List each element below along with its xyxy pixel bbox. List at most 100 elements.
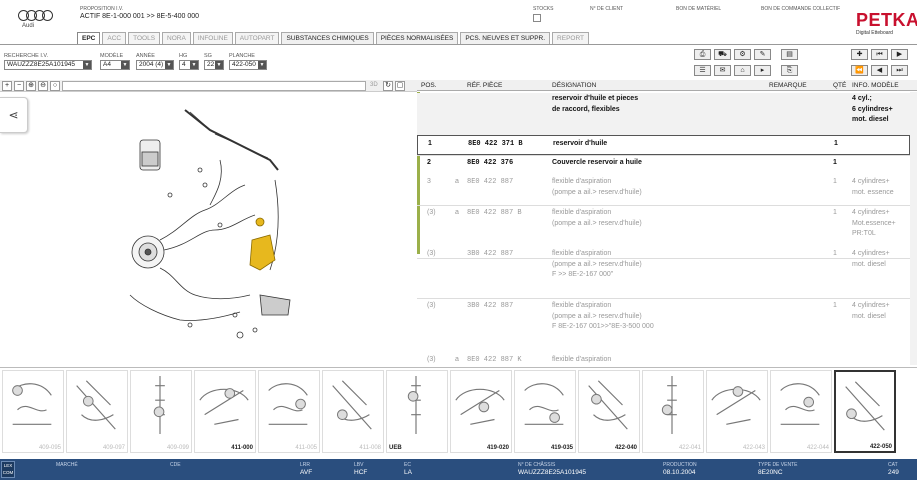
thumbnail[interactable]: 422-041 (642, 370, 704, 453)
thumbnail[interactable]: 411-005 (258, 370, 320, 453)
service-icon[interactable]: ✎ (754, 49, 771, 60)
table-scrollbar[interactable] (910, 92, 917, 365)
chevron-down-icon[interactable]: ▼ (121, 61, 129, 69)
thumbnail-drawing (153, 376, 165, 434)
zoom-slider[interactable] (62, 81, 366, 91)
thumbnail[interactable]: 419-035 (514, 370, 576, 453)
thumbnail[interactable]: 409-097 (66, 370, 128, 453)
hg-select[interactable]: 4 ▼ (179, 60, 199, 70)
group-title: reservoir d'huile et pieces de raccord, … (552, 95, 639, 113)
chevron-down-icon[interactable]: ▼ (190, 61, 198, 69)
parts-table: POS. RÉF. PIÈCE DÉSIGNATION REMARQUE QTÉ… (417, 80, 917, 365)
chevron-down-icon[interactable]: ▼ (215, 61, 223, 69)
zoom-in-icon[interactable]: + (2, 81, 12, 91)
tab-acc[interactable]: ACC (102, 32, 127, 44)
first-icon[interactable]: ⏮ (871, 49, 888, 60)
sg-select[interactable]: 22 ▼ (204, 60, 224, 70)
cell-ref: 8E0 422 371 B (468, 140, 523, 148)
thumbnail[interactable]: 419-020 (450, 370, 512, 453)
planche-select[interactable]: 422-050 ▼ (229, 60, 267, 70)
thumbnail[interactable]: 411-000 (194, 370, 256, 453)
copy-icon[interactable]: ⎘ (781, 65, 798, 76)
tuning-icon[interactable]: ▤ (781, 49, 798, 60)
basket-icon[interactable]: ⌂ (734, 65, 751, 76)
gearbox-icon[interactable]: ⚙ (734, 49, 751, 60)
tab-nora[interactable]: NORA (162, 32, 191, 44)
cell-sub: a (455, 178, 459, 185)
thumbnail[interactable]: 422-043 (706, 370, 768, 453)
fullscreen-icon[interactable]: ▢ (395, 81, 405, 91)
row-divider (417, 155, 910, 156)
cell-qty: 1 (833, 159, 837, 166)
tab-autopart[interactable]: AUTOPART (234, 32, 280, 44)
list-icon[interactable]: ☰ (694, 65, 711, 76)
tab-tools[interactable]: TOOLS (128, 32, 161, 44)
sg-label: SG (204, 53, 212, 59)
zoom-fit-icon[interactable]: ⊕ (26, 81, 36, 91)
row-divider (417, 205, 910, 206)
vin-input[interactable]: WAUZZZ8E25A101945 ▼ (4, 60, 92, 70)
cell-qty: 1 (833, 178, 837, 185)
table-row[interactable]: 1 8E0 422 371 B reservoir d'huile 1 (417, 135, 910, 155)
tab-pi-ces-normalis-es[interactable]: PIÈCES NORMALISÉES (375, 32, 459, 44)
cell-qty: 1 (834, 140, 838, 147)
parts-diagram[interactable] (120, 100, 300, 360)
cell-info: 4 cylindres+ mot. essence (852, 178, 894, 196)
cell-ref: 8E0 422 887 B (467, 209, 522, 217)
chevron-down-icon[interactable]: ▼ (258, 61, 266, 69)
model-select[interactable]: A4 ▼ (100, 60, 130, 70)
rotate-icon[interactable]: ↻ (383, 81, 393, 91)
thumbnail-drawing (76, 380, 116, 430)
zoom-out-icon[interactable]: − (14, 81, 24, 91)
car-icon[interactable]: ⛟ (714, 49, 731, 60)
next-icon[interactable]: ▶ (891, 49, 908, 60)
chevron-down-icon[interactable]: ▼ (165, 61, 173, 69)
thumbnail[interactable]: 411-008 (322, 370, 384, 453)
tab-pcs-neuves-et-suppr-[interactable]: PCS. NEUVES ET SUPPR. (460, 32, 551, 44)
table-row[interactable]: 3 a 8E0 422 887 flexible d'aspiration (pomp… (417, 174, 910, 205)
chevron-down-icon[interactable]: ▼ (83, 61, 91, 69)
thumbnail-caption: 422-041 (678, 445, 701, 451)
planche-label: PLANCHE (229, 53, 255, 59)
tab-infoline[interactable]: INFOLINE (192, 32, 233, 44)
app-logo-sub: Digital Etteboard (856, 30, 893, 36)
thumbnail[interactable]: 422-044 (770, 370, 832, 453)
thumbnail[interactable]: 422-040 (578, 370, 640, 453)
thumbnail[interactable]: 409-095 (2, 370, 64, 453)
thumbnail[interactable]: UEB (386, 370, 448, 453)
cell-desc: flexible d'aspiration (pompe a ail.> res… (552, 302, 654, 330)
zoom-area-icon[interactable]: ⊖ (38, 81, 48, 91)
share-button[interactable]: ⋖ (0, 97, 28, 133)
cell-pos: (3) (427, 209, 436, 216)
year-select[interactable]: 2004 (4) ▼ (136, 60, 174, 70)
stocks-label: STOCKS (533, 6, 554, 12)
cell-info: 4 cylindres+ mot. diesel (852, 250, 890, 268)
thumbnail[interactable]: 422-050 (834, 370, 896, 453)
tab-epc[interactable]: EPC (77, 32, 101, 44)
zoom-reset-icon[interactable]: ○ (50, 81, 60, 91)
prev-icon[interactable]: ◀ (871, 65, 888, 76)
thumbnail-caption: 409-095 (38, 445, 61, 451)
print-icon[interactable]: ⎙ (694, 49, 711, 60)
table-row[interactable]: (3) a 8E0 422 887 B flexible d'aspiration (… (417, 205, 910, 246)
group-row[interactable]: reservoir d'huile et pieces de raccord, … (417, 93, 910, 137)
table-row[interactable]: 2 8E0 422 376 Couvercle reservoir a huile 1 (417, 155, 910, 174)
tab-report[interactable]: REPORT (552, 32, 590, 44)
stocks-checkbox[interactable] (533, 14, 541, 22)
table-row[interactable]: (3) 3B0 422 887 flexible d'aspiration (pom… (417, 246, 910, 298)
cell-ref: 3B0 422 887 (467, 302, 514, 310)
col-remark: REMARQUE (769, 82, 807, 89)
pin-icon[interactable]: ✚ (851, 49, 868, 60)
prev-page-icon[interactable]: ⏪ (851, 65, 868, 76)
arrow-icon[interactable]: ▸ (754, 65, 771, 76)
tab-substances-chimiques[interactable]: SUBSTANCES CHIMIQUES (281, 32, 374, 44)
3d-button[interactable]: 3D (370, 82, 378, 88)
cell-qty: 1 (833, 302, 837, 309)
table-row[interactable]: (3) 3B0 422 887 flexible d'aspiration (pom… (417, 298, 910, 352)
last-icon[interactable]: ⏭ (891, 65, 908, 76)
thumbnail-drawing (332, 380, 372, 430)
table-row[interactable]: (3) a 8E0 422 887 K flexible d'aspiration (417, 352, 910, 364)
note-icon[interactable]: ✉ (714, 65, 731, 76)
share-icon: ⋖ (8, 108, 19, 122)
thumbnail[interactable]: 409-099 (130, 370, 192, 453)
